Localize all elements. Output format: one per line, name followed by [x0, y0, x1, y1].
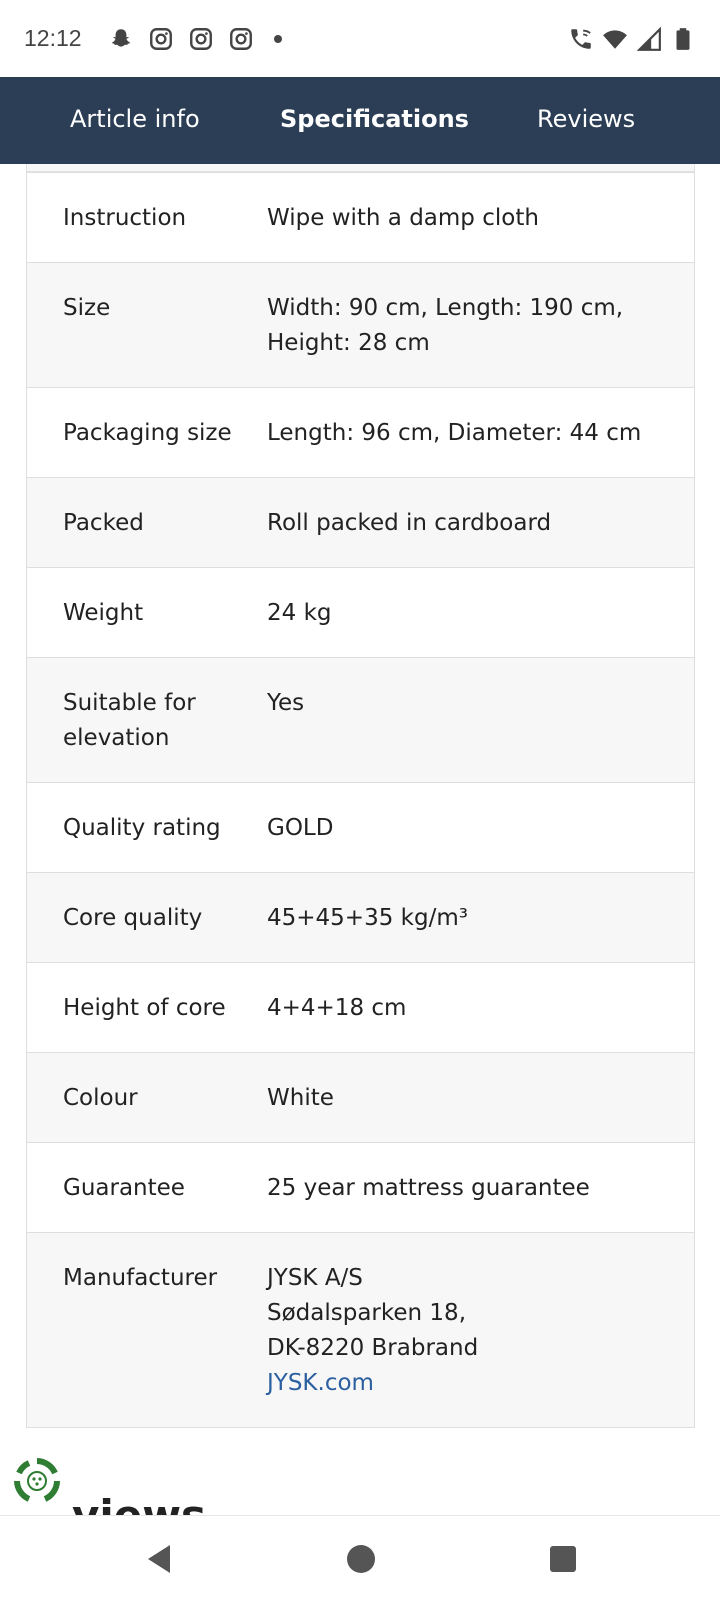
snapchat-icon [108, 26, 134, 52]
spec-label: Height of core [63, 995, 226, 1021]
spec-label: Colour [63, 1085, 138, 1111]
spec-label: Guarantee [63, 1175, 185, 1201]
sustainability-badge-button[interactable] [11, 1455, 63, 1507]
spec-label: Packaging size [63, 420, 232, 446]
status-bar: 12:12 [0, 0, 720, 77]
battery-icon [670, 26, 696, 52]
table-row: Quality rating GOLD [27, 783, 694, 873]
manufacturer-address: JYSK A/S Sødalsparken 18, DK-8220 Brabra… [267, 1261, 694, 1401]
more-notifications-dot [273, 34, 282, 43]
table-row: Suitable for elevation Yes [27, 658, 694, 783]
table-previous-row-edge [26, 164, 695, 172]
manufacturer-city: DK-8220 Brabrand [267, 1335, 479, 1361]
spec-label: Suitable for elevation [63, 690, 196, 751]
reviews-section-heading: views [72, 1496, 206, 1516]
table-row: Size Width: 90 cm, Length: 190 cm, Heigh… [27, 263, 694, 388]
table-row: Core quality 45+45+35 kg/m³ [27, 873, 694, 963]
spec-label: Quality rating [63, 815, 221, 841]
spec-value: Yes [267, 690, 305, 716]
tab-specifications[interactable]: Specifications [280, 105, 469, 133]
spec-value: White [267, 1085, 334, 1111]
table-row: Guarantee 25 year mattress guarantee [27, 1143, 694, 1233]
home-icon[interactable] [343, 1541, 379, 1577]
spec-label: Weight [63, 600, 144, 626]
status-time: 12:12 [24, 25, 82, 51]
table-row: Height of core 4+4+18 cm [27, 963, 694, 1053]
spec-value: 45+45+35 kg/m³ [267, 905, 468, 931]
table-row: Packed Roll packed in cardboard [27, 478, 694, 568]
specifications-table: Instruction Wipe with a damp cloth Size … [26, 172, 695, 1428]
instagram-icon [188, 26, 214, 52]
spec-value: 25 year mattress guarantee [267, 1175, 590, 1201]
spec-value: Wipe with a damp cloth [267, 205, 539, 231]
spec-label: Instruction [63, 205, 187, 231]
manufacturer-link[interactable]: JYSK.com [267, 1366, 678, 1401]
table-row: Colour White [27, 1053, 694, 1143]
spec-value: 4+4+18 cm [267, 995, 407, 1021]
manufacturer-street: Sødalsparken 18, [267, 1300, 467, 1326]
system-navigation-bar [0, 1515, 720, 1600]
table-row-manufacturer: Manufacturer JYSK A/S Sødalsparken 18, D… [27, 1233, 694, 1428]
spec-label: Size [63, 295, 111, 321]
wifi-icon [602, 26, 628, 52]
spec-value: GOLD [267, 815, 334, 841]
spec-label: Packed [63, 510, 144, 536]
product-tab-bar: Article info Specifications Reviews [0, 77, 720, 164]
spec-value: 24 kg [267, 600, 332, 626]
spec-value: Width: 90 cm, Length: 190 cm, Height: 28… [267, 295, 624, 356]
wifi-call-icon [568, 26, 594, 52]
recent-apps-icon[interactable] [545, 1541, 581, 1577]
table-row: Weight 24 kg [27, 568, 694, 658]
instagram-icon [148, 26, 174, 52]
signal-icon [636, 26, 662, 52]
recycle-icon [13, 1457, 61, 1505]
instagram-icon [228, 26, 254, 52]
manufacturer-name: JYSK A/S [267, 1265, 363, 1291]
tab-article-info[interactable]: Article info [70, 105, 200, 133]
system-icons [568, 26, 696, 52]
back-icon[interactable] [142, 1541, 178, 1577]
spec-label: Core quality [63, 905, 203, 931]
spec-value: Roll packed in cardboard [267, 510, 552, 536]
table-row: Packaging size Length: 96 cm, Diameter: … [27, 388, 694, 478]
notification-icons [108, 26, 282, 52]
spec-label: Manufacturer [63, 1265, 218, 1291]
tab-reviews[interactable]: Reviews [537, 105, 635, 133]
table-row: Instruction Wipe with a damp cloth [27, 173, 694, 263]
spec-value: Length: 96 cm, Diameter: 44 cm [267, 420, 642, 446]
